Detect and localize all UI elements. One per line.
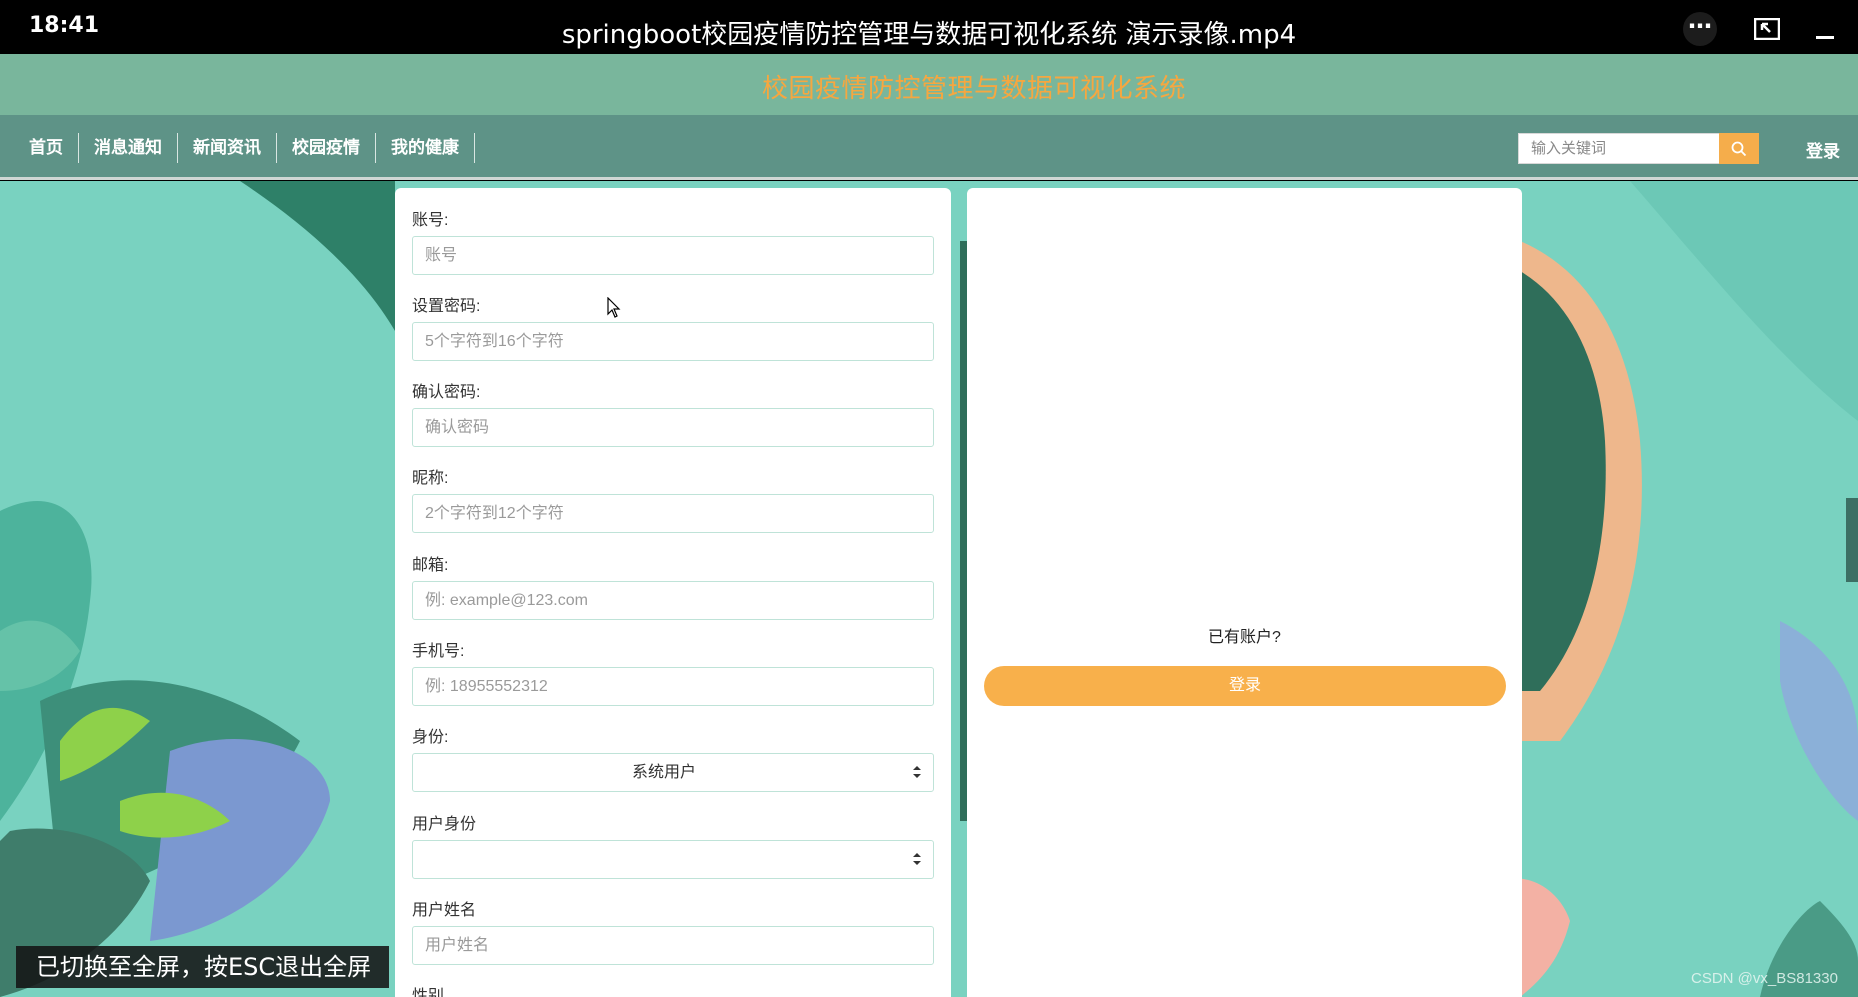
- confirm-password-label: 确认密码:: [412, 384, 481, 401]
- search-input[interactable]: 输入关键词: [1518, 133, 1720, 164]
- select-arrows-icon: [913, 853, 921, 865]
- password-label: 设置密码:: [412, 298, 481, 315]
- login-button[interactable]: 登录: [984, 666, 1506, 706]
- site-header: 校园疫情防控管理与数据可视化系统: [0, 54, 1858, 115]
- phone-label: 手机号:: [412, 643, 465, 660]
- minimize-icon[interactable]: [1808, 12, 1842, 46]
- nav-bar: 首页 消息通知 新闻资讯 校园疫情 我的健康 输入关键词 登录: [0, 115, 1858, 180]
- login-prompt-panel: 已有账户? 登录: [967, 188, 1522, 997]
- side-scroll-tab[interactable]: [1846, 498, 1858, 582]
- user-role-label: 用户身份: [412, 816, 477, 833]
- watermark: CSDN @vx_BS81330: [1691, 970, 1838, 987]
- register-form: 账号: 账号 设置密码: 5个字符到16个字符 确认密码: 确认密码 昵称: 2…: [395, 188, 951, 997]
- nickname-label: 昵称:: [412, 470, 449, 487]
- video-player-bar: 18:41 springboot校园疫情防控管理与数据可视化系统 演示录像.mp…: [0, 0, 1858, 54]
- gender-label: 性别: [412, 988, 445, 997]
- identity-select-value: 系统用户: [631, 764, 696, 781]
- more-icon[interactable]: ⋯: [1683, 12, 1717, 46]
- confirm-password-input[interactable]: 确认密码: [412, 408, 934, 447]
- identity-label: 身份:: [412, 729, 449, 746]
- nickname-input[interactable]: 2个字符到12个字符: [412, 494, 934, 533]
- nav-login-link[interactable]: 登录: [1806, 137, 1840, 162]
- search-icon: [1731, 141, 1747, 157]
- password-input[interactable]: 5个字符到16个字符: [412, 322, 934, 361]
- email-label: 邮箱:: [412, 557, 449, 574]
- nav-item-news[interactable]: 新闻资讯: [178, 133, 277, 163]
- nav-item-my-health[interactable]: 我的健康: [376, 133, 475, 163]
- mouse-cursor-icon: [607, 297, 621, 318]
- have-account-text: 已有账户?: [1208, 629, 1281, 646]
- account-input[interactable]: 账号: [412, 236, 934, 275]
- nav-item-campus-epidemic[interactable]: 校园疫情: [277, 133, 376, 163]
- real-name-label: 用户姓名: [412, 902, 477, 919]
- real-name-input[interactable]: 用户姓名: [412, 926, 934, 965]
- email-input[interactable]: 例: example@123.com: [412, 581, 934, 620]
- search-button[interactable]: [1719, 133, 1759, 164]
- nav-items: 首页 消息通知 新闻资讯 校园疫情 我的健康: [0, 133, 475, 163]
- exit-fullscreen-icon[interactable]: [1750, 12, 1784, 46]
- phone-input[interactable]: 例: 18955552312: [412, 667, 934, 706]
- nav-item-notifications[interactable]: 消息通知: [79, 133, 178, 163]
- account-label: 账号:: [412, 212, 449, 229]
- user-role-select[interactable]: [412, 840, 934, 879]
- select-arrows-icon: [913, 766, 921, 778]
- video-title: springboot校园疫情防控管理与数据可视化系统 演示录像.mp4: [561, 20, 1297, 50]
- site-title: 校园疫情防控管理与数据可视化系统: [761, 74, 1186, 104]
- nav-item-home[interactable]: 首页: [0, 133, 79, 163]
- identity-select[interactable]: 系统用户: [412, 753, 934, 792]
- fullscreen-toast: 已切换至全屏，按ESC退出全屏: [16, 946, 389, 988]
